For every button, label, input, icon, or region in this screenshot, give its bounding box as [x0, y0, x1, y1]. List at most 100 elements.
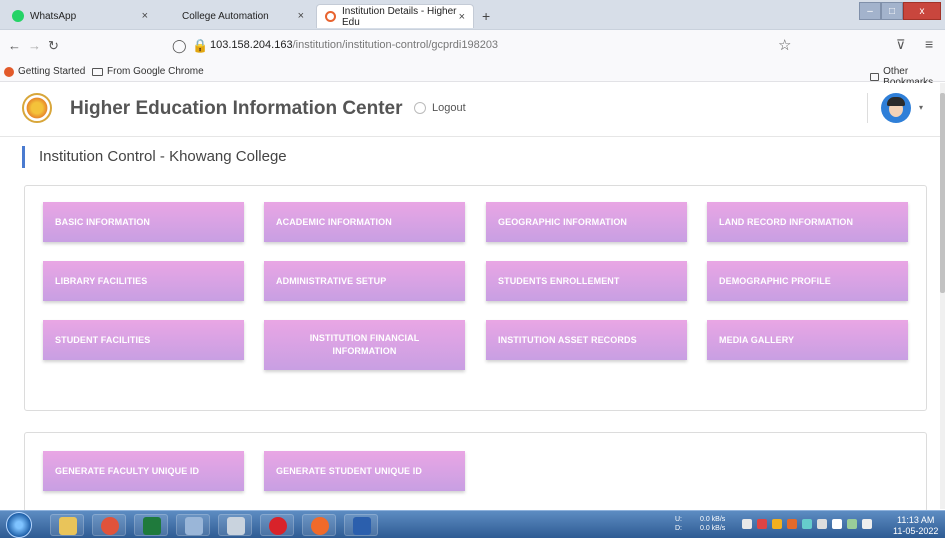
forward-arrow-icon[interactable]: → — [28, 38, 41, 53]
students-enrollement-button[interactable]: STUDENTS ENROLLEMENT — [486, 261, 687, 301]
header-divider — [867, 93, 868, 123]
clock-time: 11:13 AM — [897, 515, 935, 525]
net-up-label: U: — [675, 516, 682, 523]
tab-close-icon[interactable]: × — [459, 11, 465, 23]
firefox-icon — [311, 517, 329, 535]
institution-logo[interactable] — [22, 93, 52, 123]
library-facilities-button[interactable]: LIBRARY FACILITIES — [43, 261, 244, 301]
logout-link[interactable]: Logout — [414, 102, 466, 114]
basic-information-button[interactable]: BASIC INFORMATION — [43, 202, 244, 242]
chevron-down-icon[interactable]: ▾ — [919, 103, 923, 112]
calculator-icon — [227, 517, 245, 535]
browser-navbar: ← → ↻ ◯ 🔒 103.158.204.163/institution/in… — [0, 30, 945, 62]
student-facilities-button[interactable]: STUDENT FACILITIES — [43, 320, 244, 360]
antivirus-icon[interactable] — [772, 519, 782, 529]
page-title-prefix: Institution Control - — [39, 148, 170, 165]
paint-icon — [185, 517, 203, 535]
whatsapp-icon — [12, 10, 24, 22]
network-icon[interactable] — [817, 519, 827, 529]
calculator-taskbar-button[interactable] — [218, 514, 252, 536]
system-tray — [742, 519, 877, 529]
opera-taskbar-button[interactable] — [260, 514, 294, 536]
folder-icon — [92, 67, 103, 76]
site-title[interactable]: Higher Education Information Center — [70, 98, 403, 120]
bookmark-label: Getting Started — [18, 66, 86, 77]
institution-asset-records-button[interactable]: INSTITUTION ASSET RECORDS — [486, 320, 687, 360]
url-path: /institution/institution-control/gcprdi1… — [292, 39, 499, 51]
signal-icon[interactable] — [742, 519, 752, 529]
geographic-information-button[interactable]: GEOGRAPHIC INFORMATION — [486, 202, 687, 242]
window-controls: – □ x — [859, 2, 941, 20]
folder-icon — [59, 517, 77, 535]
bookmark-star-icon[interactable]: ☆ — [778, 36, 791, 54]
lock-icon[interactable]: 🔒 — [192, 38, 208, 54]
media-gallery-button[interactable]: MEDIA GALLERY — [707, 320, 908, 360]
tab-label: College Automation — [182, 10, 269, 22]
page-scrollbar[interactable] — [940, 83, 945, 509]
tab-label: WhatsApp — [30, 10, 77, 22]
avatar-hair — [887, 97, 905, 106]
clock-date: 11-05-2022 — [893, 526, 939, 536]
chrome-taskbar-button[interactable] — [92, 514, 126, 536]
file-explorer-taskbar-button[interactable] — [50, 514, 84, 536]
avatar[interactable] — [881, 93, 911, 123]
generate-faculty-unique-id-button[interactable]: GENERATE FACULTY UNIQUE ID — [43, 451, 244, 491]
update-icon[interactable] — [787, 519, 797, 529]
word-icon — [353, 517, 371, 535]
pocket-icon[interactable]: ⊽ — [896, 37, 906, 53]
minimize-button[interactable]: – — [859, 2, 881, 20]
display-icon[interactable] — [802, 519, 812, 529]
institution-control-panel: BASIC INFORMATION ACADEMIC INFORMATION G… — [24, 185, 927, 411]
word-taskbar-button[interactable] — [344, 514, 378, 536]
firefox-icon — [4, 66, 14, 77]
institution-financial-information-button[interactable]: INSTITUTION FINANCIAL INFORMATION — [264, 320, 465, 370]
back-arrow-icon[interactable]: ← — [8, 38, 21, 53]
folder-icon — [870, 73, 880, 81]
windows-taskbar: U: D: 0.0 kB/s 0.0 kB/s 11:13 AM 11-05-2… — [0, 510, 945, 538]
flag-icon[interactable] — [757, 519, 767, 529]
tab-college-automation[interactable]: College Automation × — [160, 4, 312, 28]
taskbar-clock[interactable]: 11:13 AM 11-05-2022 — [893, 515, 938, 537]
start-button[interactable] — [6, 512, 32, 538]
net-down-value: 0.0 kB/s — [700, 525, 726, 532]
administrative-setup-button[interactable]: ADMINISTRATIVE SETUP — [264, 261, 465, 301]
demographic-profile-button[interactable]: DEMOGRAPHIC PROFILE — [707, 261, 908, 301]
maximize-button[interactable]: □ — [881, 2, 903, 20]
excel-taskbar-button[interactable] — [134, 514, 168, 536]
app-header: Higher Education Information Center Logo… — [0, 83, 940, 137]
opera-icon — [269, 517, 287, 535]
bookmark-getting-started[interactable]: Getting Started — [4, 66, 85, 77]
net-down-label: D: — [675, 525, 682, 532]
new-tab-button[interactable]: + — [482, 8, 490, 24]
generate-student-unique-id-button[interactable]: GENERATE STUDENT UNIQUE ID — [264, 451, 465, 491]
url-host: 103.158.204.163 — [210, 39, 293, 51]
url-field[interactable]: 103.158.204.163/institution/institution-… — [210, 39, 498, 51]
shield-icon[interactable]: ◯ — [172, 38, 187, 54]
bluetooth-icon[interactable] — [832, 519, 842, 529]
menu-icon[interactable]: ≡ — [925, 36, 933, 52]
land-record-information-button[interactable]: LAND RECORD INFORMATION — [707, 202, 908, 242]
logout-icon — [414, 102, 426, 114]
scrollbar-thumb[interactable] — [940, 93, 945, 293]
excel-icon — [143, 517, 161, 535]
close-window-button[interactable]: x — [903, 2, 941, 20]
unique-id-panel: GENERATE FACULTY UNIQUE ID GENERATE STUD… — [24, 432, 927, 512]
firefox-icon — [325, 11, 336, 22]
bookmark-from-google-chrome[interactable]: From Google Chrome — [92, 66, 204, 77]
bookmark-label: From Google Chrome — [107, 66, 204, 77]
paint-taskbar-button[interactable] — [176, 514, 210, 536]
college-name: Khowang College — [169, 148, 287, 165]
net-up-value: 0.0 kB/s — [700, 516, 726, 523]
tab-close-icon[interactable]: × — [298, 10, 304, 22]
network-speed-values: 0.0 kB/s 0.0 kB/s — [700, 515, 725, 533]
tab-whatsapp[interactable]: WhatsApp × — [4, 4, 156, 28]
tab-institution-details[interactable]: Institution Details - Higher Edu × — [316, 4, 474, 28]
firefox-taskbar-button[interactable] — [302, 514, 336, 536]
bookmarks-bar: Getting Started From Google Chrome Other… — [0, 62, 945, 88]
reload-icon[interactable]: ↻ — [48, 38, 59, 54]
academic-information-button[interactable]: ACADEMIC INFORMATION — [264, 202, 465, 242]
volume-icon[interactable] — [862, 519, 872, 529]
power-icon[interactable] — [847, 519, 857, 529]
page-title: Institution Control - Khowang College — [22, 146, 287, 168]
tab-close-icon[interactable]: × — [142, 10, 148, 22]
